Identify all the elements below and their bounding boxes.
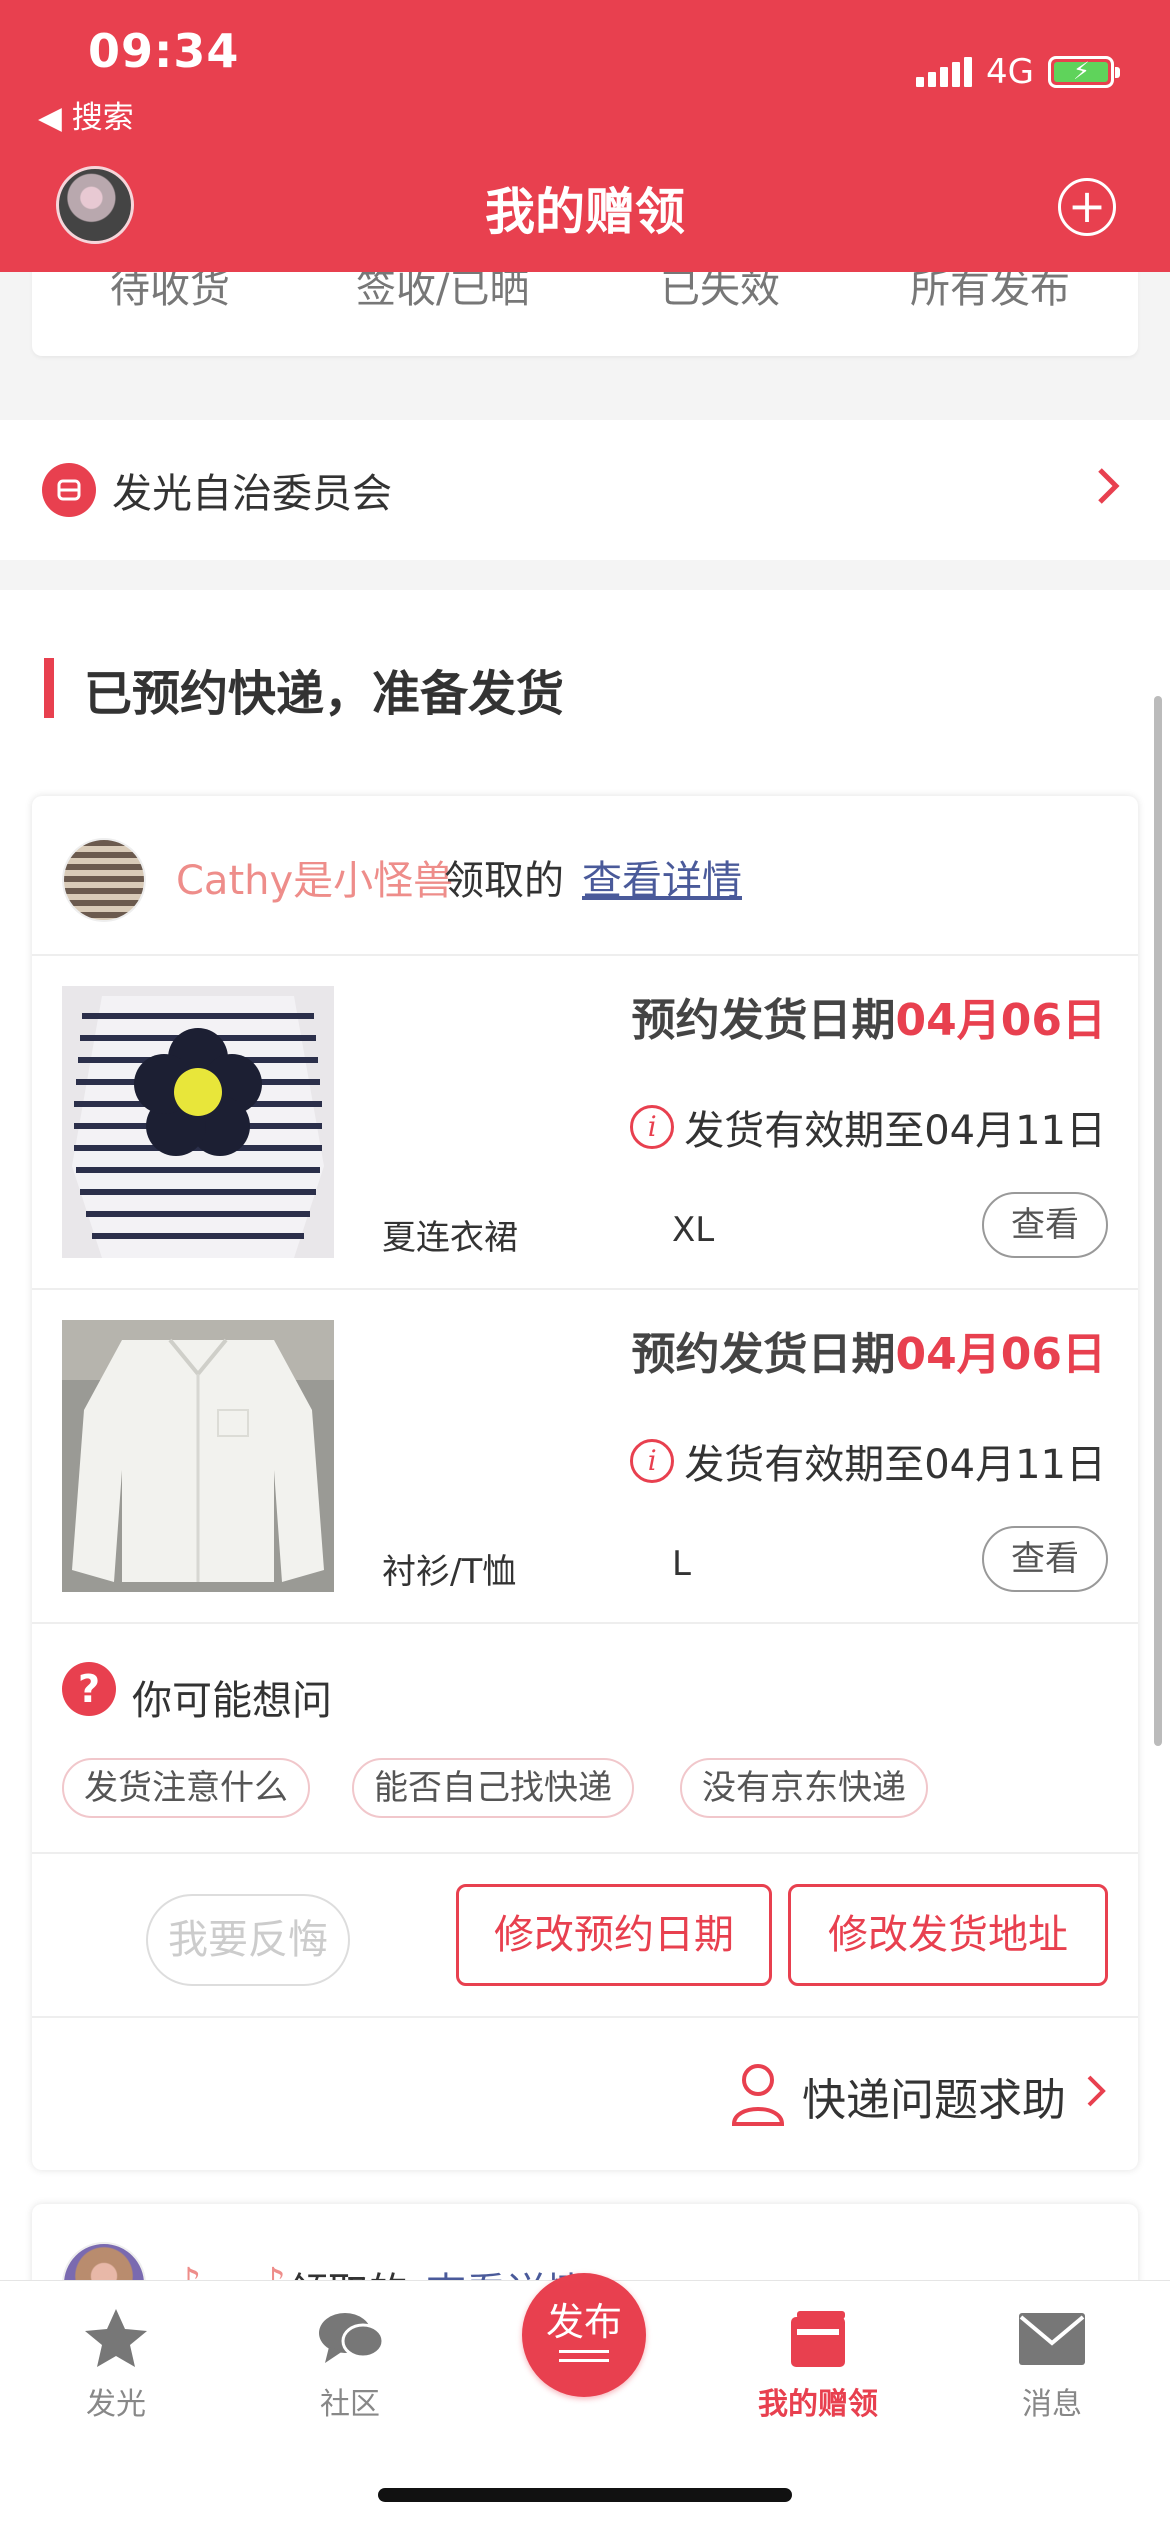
tab-label: 消息 xyxy=(1022,2387,1082,2422)
home-indicator[interactable] xyxy=(378,2488,792,2502)
item-size: XL xyxy=(672,1210,715,1250)
modify-address-button[interactable]: 修改发货地址 xyxy=(788,1884,1108,1986)
item-name: 衬衫/T恤 xyxy=(382,1552,517,1592)
view-details-link[interactable]: 查看详情 xyxy=(582,848,742,906)
back-to-search-link[interactable]: ◀ 搜索 xyxy=(38,92,134,137)
info-icon: i xyxy=(630,1105,675,1149)
regret-button[interactable]: 我要反悔 xyxy=(146,1894,350,1986)
chevron-right-icon xyxy=(1087,2075,1106,2107)
status-indicators: 4G ⚡ xyxy=(916,52,1120,92)
faq-title: 你可能想问 xyxy=(132,1678,332,1724)
valid-until: i 发货有效期至04月11日 xyxy=(630,1432,1106,1490)
tab-faguang[interactable]: 发光 xyxy=(36,2307,196,2423)
faq-chip-own-courier[interactable]: 能否自己找快递 xyxy=(352,1758,634,1818)
network-label: 4G xyxy=(986,52,1034,92)
gift-box-icon xyxy=(791,2311,845,2367)
item-name: 夏连衣裙 xyxy=(382,1218,518,1258)
chevron-right-icon xyxy=(1098,468,1120,504)
committee-row[interactable]: 发光自治委员会 xyxy=(0,420,1170,560)
item-photo-dress[interactable] xyxy=(62,986,334,1258)
courier-help-label: 快递问题求助 xyxy=(802,2075,1066,2126)
status-time: 09:34 xyxy=(88,24,240,78)
item-size: L xyxy=(672,1544,691,1584)
courier-help-row[interactable]: 快递问题求助 xyxy=(32,2018,1138,2170)
claimer-name[interactable]: Cathy是小怪兽 xyxy=(176,848,453,906)
add-icon[interactable]: + xyxy=(1058,178,1116,236)
scheduled-date: 预约发货日期04月06日 xyxy=(631,1329,1106,1380)
publish-icon xyxy=(559,2350,609,2362)
committee-label: 发光自治委员会 xyxy=(112,471,392,517)
action-buttons: 我要反悔 修改预约日期 修改发货地址 xyxy=(32,1854,1138,2018)
app-header: 09:34 ◀ 搜索 4G ⚡ 我的赠领 + xyxy=(0,0,1170,272)
person-icon xyxy=(731,2064,785,2126)
question-icon: ? xyxy=(62,1662,116,1716)
modify-date-button[interactable]: 修改预约日期 xyxy=(456,1884,772,1986)
page-title: 我的赠领 xyxy=(485,183,685,241)
faq-chip-shipping-notes[interactable]: 发货注意什么 xyxy=(62,1758,310,1818)
tab-my-claims[interactable]: 我的赠领 xyxy=(738,2307,898,2423)
claimed-text: 领取的 xyxy=(444,858,564,904)
back-label: 搜索 xyxy=(71,100,134,136)
signal-icon xyxy=(916,57,973,87)
scheduled-date: 预约发货日期04月06日 xyxy=(631,995,1106,1046)
card-header: Cathy是小怪兽 领取的 查看详情 xyxy=(32,796,1138,956)
claimer-avatar[interactable] xyxy=(62,838,146,922)
view-button[interactable]: 查看 xyxy=(982,1192,1108,1258)
view-button[interactable]: 查看 xyxy=(982,1526,1108,1592)
list-item: 预约发货日期04月06日 i 发货有效期至04月11日 衬衫/T恤 L 查看 xyxy=(32,1290,1138,1624)
chat-bubbles-icon xyxy=(319,2313,385,2363)
item-photo-shirt[interactable] xyxy=(62,1320,334,1592)
claim-card: Cathy是小怪兽 领取的 查看详情 预约发货日期04月06日 i 发货有效期至… xyxy=(32,796,1138,2170)
tab-messages[interactable]: 消息 xyxy=(972,2307,1132,2423)
tab-label: 我的赠领 xyxy=(758,2387,878,2422)
tab-label: 发光 xyxy=(86,2387,146,2422)
scrollbar[interactable] xyxy=(1154,696,1162,1746)
committee-icon xyxy=(42,463,96,517)
section-accent-bar xyxy=(44,658,54,718)
tab-label: 社区 xyxy=(320,2387,380,2422)
section-title: 已预约快递，准备发货 xyxy=(84,666,565,722)
battery-icon: ⚡ xyxy=(1048,56,1120,88)
star-icon xyxy=(85,2309,147,2367)
envelope-icon xyxy=(1019,2313,1085,2365)
tab-community[interactable]: 社区 xyxy=(270,2307,430,2423)
publish-button[interactable]: 发布 xyxy=(522,2273,646,2397)
faq-chip-no-jd-courier[interactable]: 没有京东快递 xyxy=(680,1758,928,1818)
valid-until: i 发货有效期至04月11日 xyxy=(630,1098,1106,1156)
info-icon: i xyxy=(630,1439,675,1483)
list-item: 预约发货日期04月06日 i 发货有效期至04月11日 夏连衣裙 XL 查看 xyxy=(32,956,1138,1290)
faq-block: ? 你可能想问 发货注意什么 能否自己找快递 没有京东快递 xyxy=(32,1624,1138,1854)
